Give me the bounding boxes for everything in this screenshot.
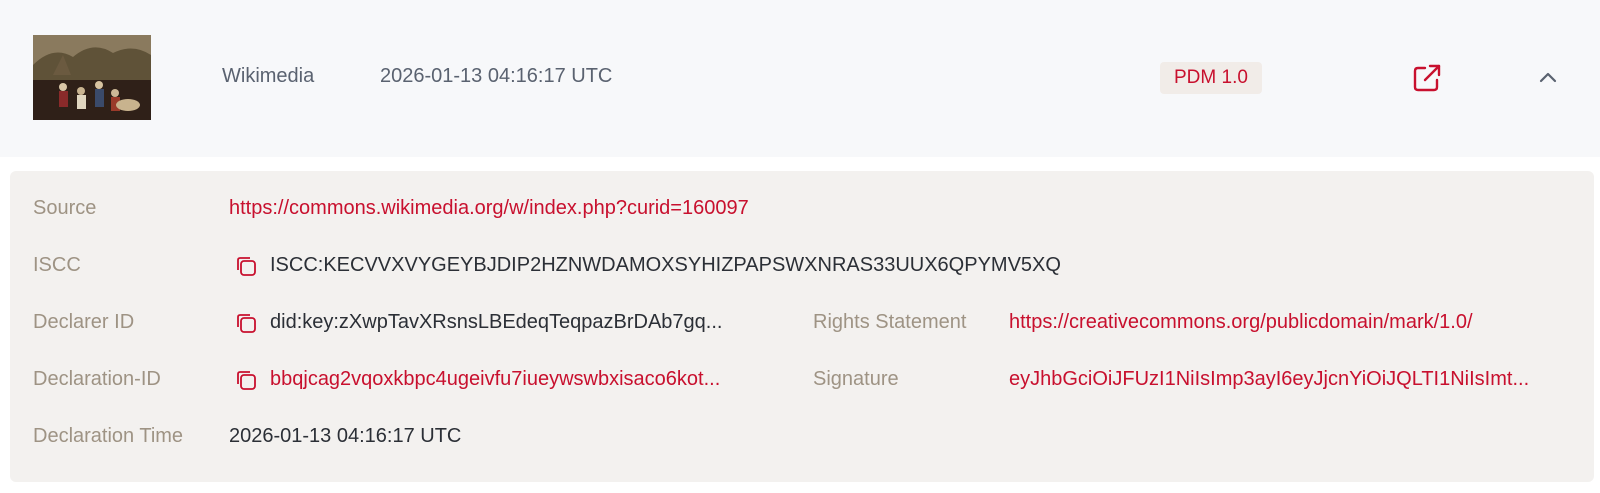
- rights-statement-link[interactable]: https://creativecommons.org/publicdomain…: [1009, 311, 1473, 334]
- chevron-up-icon[interactable]: [1536, 66, 1560, 90]
- external-link-icon[interactable]: [1411, 62, 1443, 94]
- iscc-label: ISCC: [33, 254, 81, 276]
- declaration-id-label: Declaration-ID: [33, 368, 161, 390]
- copy-icon[interactable]: [235, 255, 257, 277]
- asset-row-header: Wikimedia 2026-01-13 04:16:17 UTC PDM 1.…: [0, 0, 1600, 157]
- copy-icon[interactable]: [235, 312, 257, 334]
- source-link[interactable]: https://commons.wikimedia.org/w/index.ph…: [229, 197, 749, 220]
- details-panel: Source https://commons.wikimedia.org/w/i…: [10, 171, 1594, 482]
- license-badge: PDM 1.0: [1160, 62, 1262, 94]
- signature-link[interactable]: eyJhbGciOiJFUzI1NiIsImp3ayI6eyJjcnYiOiJQ…: [1009, 368, 1529, 391]
- signature-label: Signature: [813, 368, 899, 390]
- declaration-time-value: 2026-01-13 04:16:17 UTC: [229, 425, 462, 447]
- source-name: Wikimedia: [222, 65, 315, 87]
- declarer-id-label: Declarer ID: [33, 311, 135, 333]
- copy-icon[interactable]: [235, 369, 257, 391]
- declaration-id-link[interactable]: bbqjcag2vqoxkbpc4ugeivfu7iueywswbxisaco6…: [270, 368, 720, 391]
- rights-statement-label: Rights Statement: [813, 311, 967, 333]
- declarer-id-value: did:key:zXwpTavXRsnsLBEdeqTeqpazBrDAb7gq…: [270, 311, 723, 333]
- iscc-value: ISCC:KECVVXVYGEYBJDIP2HZNWDAMOXSYHIZPAPS…: [270, 254, 1061, 276]
- asset-thumbnail[interactable]: [33, 35, 151, 120]
- declaration-time-label: Declaration Time: [33, 425, 184, 447]
- source-label: Source: [33, 197, 97, 219]
- declaration-timestamp: 2026-01-13 04:16:17 UTC: [380, 65, 613, 87]
